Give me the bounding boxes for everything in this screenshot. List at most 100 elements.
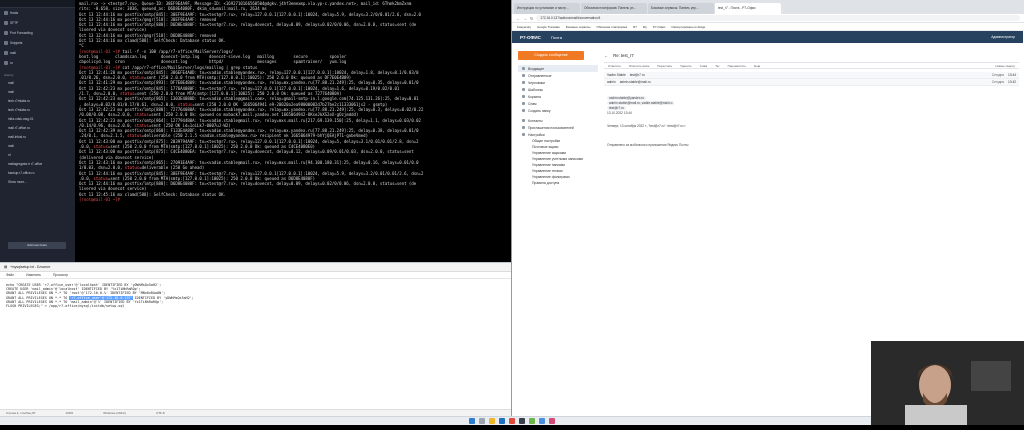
section-item[interactable]: Приглашения пользователей: [518, 124, 598, 131]
browser-tab[interactable]: Инструкция по установке и настр...: [514, 3, 580, 14]
mail-left-panel: Создать сообщение Входящие Отправленные Че…: [518, 51, 598, 186]
add-host-button[interactable]: Add new hosts: [8, 242, 66, 249]
app-logo[interactable]: Р7-ОФИС: [520, 35, 541, 40]
sidebar-item[interactable]: Snippets: [0, 38, 75, 48]
menu-item[interactable]: Файл: [6, 273, 14, 277]
toolbar-button[interactable]: Переслать: [656, 64, 673, 68]
compose-button[interactable]: Создать сообщение: [518, 51, 584, 60]
app-icon[interactable]: [539, 418, 545, 424]
folder-item[interactable]: Отправленные: [518, 72, 598, 79]
history-host[interactable]: infra-vdsk-msg-01: [0, 114, 75, 123]
edge-icon[interactable]: [499, 418, 505, 424]
browser-tab[interactable]: Облачная платформа: Панель уп...: [581, 3, 647, 14]
menu-item[interactable]: Изменить: [26, 273, 41, 277]
sidebar-item[interactable]: Port Forwarding: [0, 28, 75, 38]
history-host[interactable]: mailagregator.ir r7-office: [0, 159, 75, 168]
terminal-icon[interactable]: [519, 418, 525, 424]
sidebar-item[interactable]: mail: [0, 48, 75, 58]
item-icon: [4, 41, 8, 45]
history-host[interactable]: mail.r7-office.ru: [0, 123, 75, 132]
app-icon[interactable]: [549, 418, 555, 424]
bookmark[interactable]: R7: [633, 25, 637, 29]
toolbar-button[interactable]: Ответить всем: [628, 64, 650, 68]
folder-item[interactable]: Входящие: [518, 65, 598, 72]
bookmark[interactable]: Р7-Офис: [653, 25, 666, 29]
history-host[interactable]: Show more...: [0, 177, 75, 186]
folder-icon: [522, 95, 525, 98]
bookmark[interactable]: My: [643, 25, 647, 29]
module-switcher[interactable]: Почта: [551, 35, 562, 40]
browser-tab[interactable]: test_r7 - Почта - Р7-Офис: [715, 3, 781, 14]
status-item: Windows (CRLF): [103, 411, 127, 415]
history-host[interactable]: backup.r7-office.ru: [0, 168, 75, 177]
folder-item[interactable]: Шаблоны: [518, 86, 598, 93]
conversation-toolbar: Ответить Ответить всем Переслать Удалить Спа…: [604, 62, 1019, 69]
sidebar-item[interactable]: SFTP: [0, 18, 75, 28]
bookmark[interactable]: Google Translate: [537, 25, 560, 29]
history-host[interactable]: tech.r7mlabs.ru: [0, 96, 75, 105]
detail-copy[interactable]: test@r7.ru: [607, 106, 626, 110]
history-host[interactable]: mail: [0, 141, 75, 150]
sidebar-item[interactable]: ru: [0, 58, 75, 68]
sort-toggle[interactable]: Новые сверху: [995, 64, 1016, 68]
section-item[interactable]: Настройки: [518, 131, 598, 138]
status-key: status: [129, 75, 145, 81]
toolbar-button[interactable]: Переместить: [727, 64, 747, 68]
toolbar-button[interactable]: Тег: [714, 64, 720, 68]
notepad-text-area[interactable]: echo "CREATE USER 'r7-office_user'@'loca…: [0, 279, 511, 312]
section-icon: [522, 119, 525, 122]
sidebar-item[interactable]: Hosts: [0, 8, 75, 18]
webcam-overlay: [871, 341, 1024, 425]
folder-icon[interactable]: [489, 418, 495, 424]
app-icon[interactable]: [509, 418, 515, 424]
item-icon: [4, 61, 8, 65]
bookmark[interactable]: Импортировано из Edge: [672, 25, 706, 29]
status-key: status: [134, 112, 149, 118]
message-row[interactable]: Vadim Stable test@r7.ru Сегодня 13:44: [604, 72, 1019, 79]
folder-item[interactable]: Спам: [518, 100, 598, 107]
app-icon[interactable]: [529, 418, 535, 424]
history-host[interactable]: mail: [0, 87, 75, 96]
bookmark[interactable]: Базовые сервисы: [566, 25, 591, 29]
history-host[interactable]: tech.r7mlabs.ru: [0, 105, 75, 114]
mail-navbar: Р7-ОФИС Почта Администратор: [512, 31, 1023, 43]
back-arrow-icon[interactable]: ←: [604, 53, 608, 58]
back-icon[interactable]: ←: [516, 16, 520, 21]
forward-icon[interactable]: →: [523, 16, 527, 21]
toolbar-button[interactable]: Ответить: [607, 64, 622, 68]
detail-from[interactable]: vadim.stable@yandex.ru: [607, 96, 647, 100]
history-host[interactable]: mail.infosl.ru: [0, 132, 75, 141]
start-icon[interactable]: [469, 418, 475, 424]
settings-item[interactable]: Правила доступа: [518, 180, 598, 186]
message-row[interactable]: admin admin.stable@mail.ru Сегодня 13:42: [604, 79, 1019, 86]
status-item: Строка 4, столбец 87: [6, 411, 36, 415]
toolbar-button[interactable]: Ещё: [753, 64, 761, 68]
folder-item[interactable]: Корзина: [518, 93, 598, 100]
address-bar[interactable]: 172.16.0.137/addons/mail/#conversation/4: [536, 15, 1020, 21]
toolbar-button[interactable]: Спам: [699, 64, 709, 68]
bookmark[interactable]: Облачная платформа: [597, 25, 628, 29]
reload-icon[interactable]: ↻: [530, 16, 533, 21]
search-icon[interactable]: [479, 418, 485, 424]
sidebar-item-label: Hosts: [10, 11, 19, 15]
folder-item[interactable]: Черновики: [518, 79, 598, 86]
history-host[interactable]: r4: [0, 150, 75, 159]
section-item[interactable]: Контакты: [518, 117, 598, 124]
history-host[interactable]: mail: [0, 78, 75, 87]
terminal-line: [root@mail-01 ~]#: [79, 197, 507, 202]
terminal-window[interactable]: mail.ru> -> <test@r7.ru>, Queue-ID: 38EF…: [76, 0, 510, 262]
status-key: status: [124, 165, 140, 171]
folder-icon: [522, 67, 525, 70]
detail-to[interactable]: admin.stable@mail.ru, vadim.stable@mail.…: [607, 101, 675, 105]
folder-icon: [522, 102, 525, 105]
user-menu[interactable]: Администратор: [991, 35, 1015, 39]
toolbar-button[interactable]: Удалить: [679, 64, 692, 68]
code-line: FLUSH PRIVILEGES;" > /app/r7-office/mysq…: [6, 303, 125, 308]
folder-item[interactable]: Создать папку: [518, 107, 598, 114]
bookmark[interactable]: Kaspersky: [517, 25, 531, 29]
browser-tab[interactable]: Базовые сервисы: Панель упр...: [648, 3, 714, 14]
message-from: Vadim Stable: [607, 73, 626, 77]
menu-item[interactable]: Просмотр: [53, 273, 68, 277]
folder-icon: [522, 74, 525, 77]
notepad-titlebar: ▤ *mysqlsetup.txt - Блокнот: [0, 263, 511, 272]
